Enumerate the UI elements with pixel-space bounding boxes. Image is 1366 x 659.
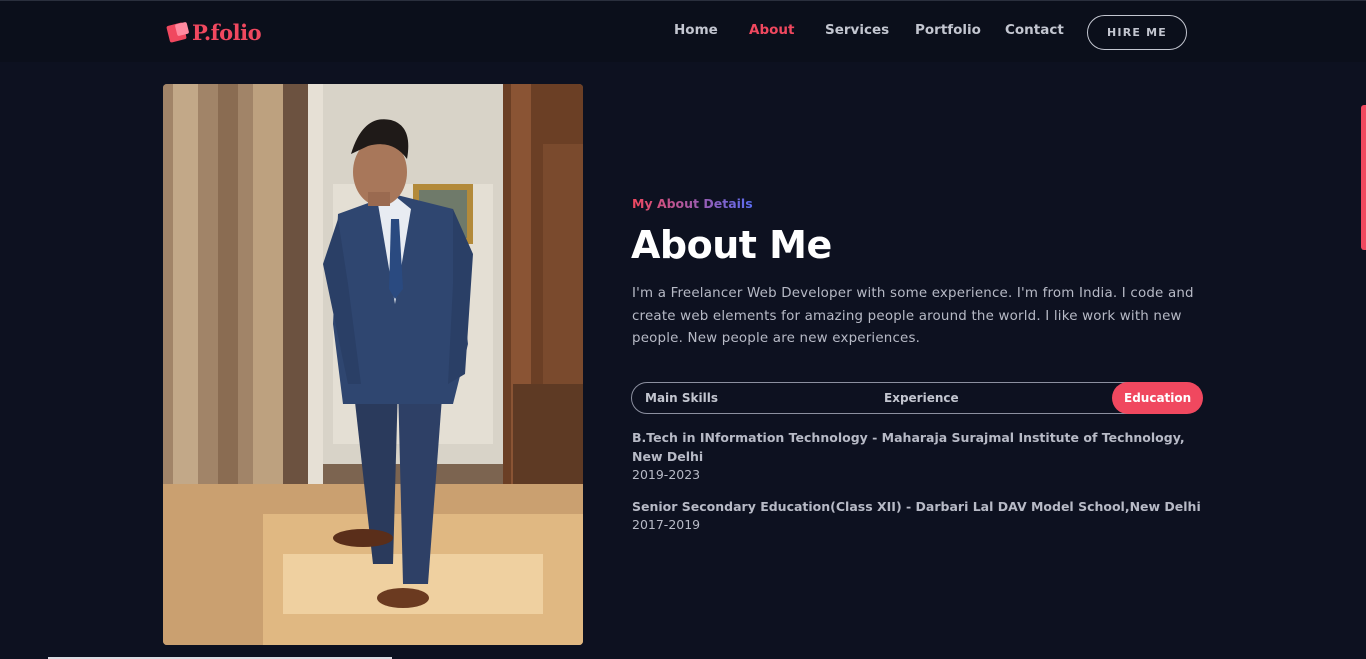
tab-experience[interactable]: Experience (884, 383, 959, 413)
education-item-years: 2019-2023 (632, 467, 701, 482)
education-item-title: Senior Secondary Education(Class XII) - … (632, 499, 1201, 514)
about-bio: I'm a Freelancer Web Developer with some… (632, 286, 1194, 346)
education-item-years: 2017-2019 (632, 517, 701, 532)
profile-photo-illustration (163, 84, 583, 645)
scroll-indicator[interactable] (1361, 105, 1366, 250)
pink-cube-logo-icon (166, 21, 190, 43)
nav-services[interactable]: Services (825, 22, 889, 38)
hire-me-button[interactable]: HIRE ME (1087, 15, 1187, 50)
tab-education[interactable]: Education (1112, 382, 1204, 414)
nav-about[interactable]: About (749, 22, 794, 38)
education-item-title: B.Tech in INformation Technology - Mahar… (632, 430, 1185, 464)
nav-portfolio[interactable]: Portfolio (915, 22, 981, 38)
about-tabs: Main Skills Experience Education (631, 382, 1204, 414)
logo-text: P.folio (192, 19, 262, 45)
site-logo[interactable]: P.folio (166, 18, 262, 46)
page-title: About Me (631, 223, 832, 267)
tab-main-skills[interactable]: Main Skills (645, 383, 718, 413)
top-navbar: P.folio Home About Services Portfolio Co… (0, 0, 1366, 62)
section-eyebrow: My About Details (632, 196, 753, 211)
nav-home[interactable]: Home (674, 22, 718, 38)
nav-contact[interactable]: Contact (1005, 22, 1064, 38)
profile-photo (163, 84, 583, 645)
